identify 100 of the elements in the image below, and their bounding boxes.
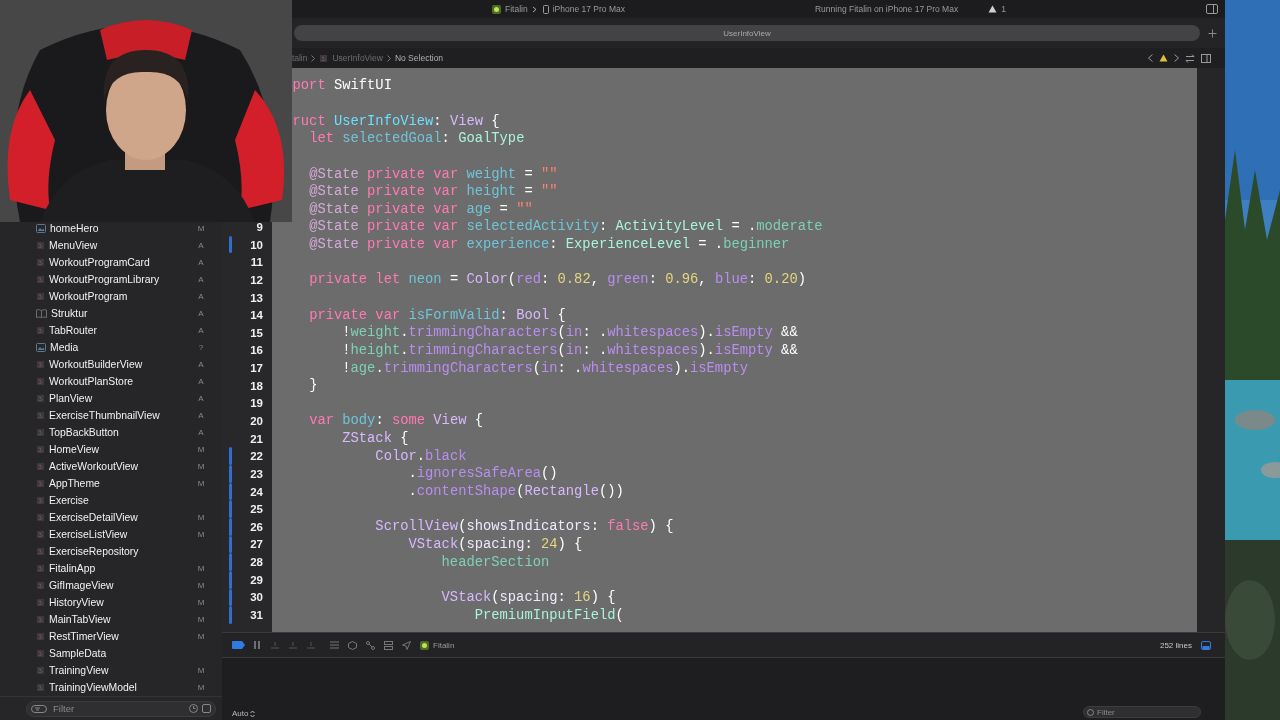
status-label: M	[196, 632, 206, 641]
target-name[interactable]: Fitalin	[433, 640, 455, 650]
swift-file-icon	[36, 326, 45, 335]
navigator-item[interactable]: TrainingViewModel M	[0, 679, 222, 696]
sidebar-toggle-icon[interactable]	[1205, 4, 1218, 14]
swift-file-icon	[36, 360, 45, 369]
mode-selector[interactable]: Auto	[232, 709, 256, 718]
swift-file-icon	[36, 666, 45, 675]
navigator-item[interactable]: Media ?	[0, 339, 222, 356]
filter-field[interactable]: Filter	[26, 700, 216, 717]
line-count: 252 lines	[1159, 640, 1192, 650]
swift-file-icon	[36, 428, 45, 437]
navigator-item[interactable]: AppTheme M	[0, 475, 222, 492]
breakpoint-icon[interactable]	[232, 641, 245, 649]
pause-icon[interactable]	[254, 641, 260, 649]
navigator-item[interactable]: ActiveWorkoutView M	[0, 458, 222, 475]
swift-file-icon	[36, 377, 45, 386]
filter-icon[interactable]	[31, 704, 47, 713]
status-label: M	[196, 224, 206, 233]
navigator-item[interactable]: WorkoutProgramLibrary A	[0, 271, 222, 288]
swift-file-icon	[36, 683, 45, 692]
code-line: VStack(spacing: 16) {	[441, 589, 616, 605]
square-icon[interactable]	[202, 704, 211, 713]
line-number: 11	[250, 256, 264, 269]
code-line: !age.trimmingCharacters(in: .whitespaces).isEmpty	[342, 360, 748, 376]
line-number: 28	[250, 556, 264, 569]
navigator-item[interactable]: TrainingView M	[0, 662, 222, 679]
app-icon	[420, 640, 429, 650]
navigator-item[interactable]: Exercise	[0, 492, 222, 509]
swift-file-icon	[36, 581, 45, 590]
navigator-item[interactable]: ExerciseThumbnailView A	[0, 407, 222, 424]
status-label: A	[197, 411, 205, 420]
navigator-item[interactable]: WorkoutProgram A	[0, 288, 222, 305]
status-label: M	[196, 683, 206, 692]
plus-icon[interactable]	[1208, 28, 1217, 38]
line-number: 30	[250, 591, 264, 604]
editor-tab[interactable]: UserInfoView	[294, 25, 1200, 41]
navigator-item[interactable]: WorkoutBuilderView A	[0, 356, 222, 373]
code-line: @State private var selectedActivity: ActivityLevel = .moderate	[309, 219, 823, 235]
status-label: A	[197, 360, 205, 369]
navigator-item[interactable]: WorkoutPlanStore A	[0, 373, 222, 390]
navigator-item[interactable]: ExerciseListView M	[0, 526, 222, 543]
line-number: 21	[250, 432, 264, 445]
status-label: A	[197, 292, 205, 301]
scheme-name[interactable]: Fitalin	[505, 4, 528, 14]
code-line: @State private var weight = ""	[309, 166, 558, 182]
back-icon[interactable]	[1148, 54, 1153, 62]
device-name[interactable]: iPhone 17 Pro Max	[552, 4, 625, 14]
status-label: A	[197, 241, 205, 250]
line-number: 18	[250, 379, 264, 392]
inspector-icon[interactable]	[1201, 53, 1211, 63]
navigator-item[interactable]: PlanView A	[0, 390, 222, 407]
navigator-item[interactable]: ExerciseRepository	[0, 543, 222, 560]
breadcrumb-item[interactable]: No Selection	[394, 53, 444, 63]
navigator-item[interactable]: FitalinApp M	[0, 560, 222, 577]
navigator-item[interactable]: MainTabView M	[0, 611, 222, 628]
forward-icon[interactable]	[1174, 54, 1179, 62]
status-label: A	[197, 258, 205, 267]
image-set-icon	[36, 343, 46, 352]
chevron-icon	[386, 54, 391, 62]
navigator-item[interactable]: SampleData	[0, 645, 222, 662]
branch-icon[interactable]	[366, 640, 375, 650]
clock-icon[interactable]	[189, 704, 198, 713]
navigator-item[interactable]: RestTimerView M	[0, 628, 222, 645]
navigator-item[interactable]: Struktur A	[0, 305, 222, 322]
status-label: A	[197, 394, 205, 403]
panel-icon[interactable]	[1201, 640, 1211, 650]
navigator-item[interactable]: TopBackButton A	[0, 424, 222, 441]
location-icon[interactable]	[402, 640, 411, 650]
filter-field[interactable]: Filter	[1083, 706, 1201, 718]
chevron-icon	[531, 5, 537, 13]
code-line: @State private var age = ""	[309, 201, 533, 217]
swap-icon[interactable]	[1185, 53, 1195, 63]
navigator-item[interactable]: MenuView A	[0, 237, 222, 254]
code-line: ruct UserInfoView: View {	[292, 113, 500, 129]
status-label: M	[196, 445, 206, 454]
navigator-item[interactable]: TabRouter A	[0, 322, 222, 339]
warning-count[interactable]: 1	[1001, 4, 1006, 14]
status-label: A	[197, 326, 205, 335]
code-line: private let neon = Color(red: 0.82, green: 0.96, blue: 0.20)	[309, 272, 806, 288]
swift-file-icon	[36, 598, 45, 607]
code-line: @State private var height = ""	[309, 184, 558, 200]
navigator-item[interactable]: ExerciseDetailView M	[0, 509, 222, 526]
status-label: A	[197, 275, 205, 284]
code-line: PremiumInputField(	[474, 607, 624, 623]
controls-icon[interactable]	[384, 640, 393, 650]
navigator-item[interactable]: GifImageView M	[0, 577, 222, 594]
code-line: }	[309, 378, 318, 394]
status-label: M	[196, 530, 206, 539]
navigator-item[interactable]: WorkoutProgramCard A	[0, 254, 222, 271]
filter-icon	[1087, 708, 1094, 716]
navigator-item[interactable]: HomeView M	[0, 441, 222, 458]
navigator-item[interactable]: HistoryView M	[0, 594, 222, 611]
status-label: A	[197, 309, 205, 318]
code-line: port SwiftUI	[292, 78, 392, 94]
swift-file-icon	[36, 292, 45, 301]
cube-icon[interactable]	[348, 640, 357, 650]
navigator-item[interactable]: homeHero M	[0, 220, 222, 237]
line-number: 19	[250, 397, 264, 410]
line-number: 15	[250, 326, 264, 339]
